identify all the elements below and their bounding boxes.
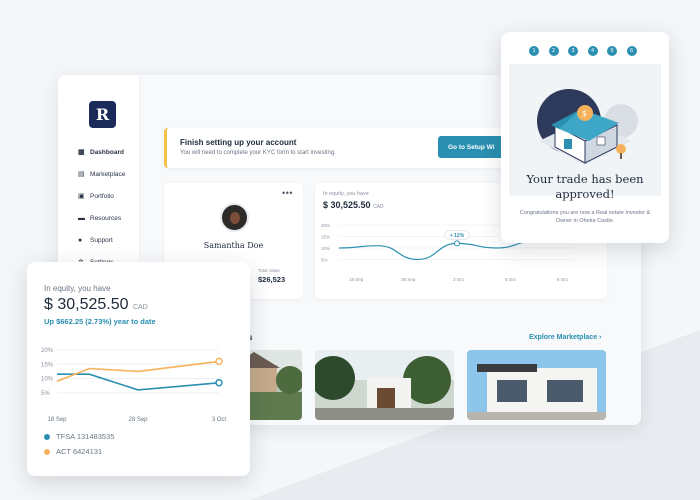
annotation-label: + 12% — [450, 233, 465, 239]
step-1[interactable]: 1 — [529, 46, 539, 56]
legend-dot — [44, 448, 50, 455]
approval-subtitle: Congratulations you are now a Real estat… — [519, 210, 651, 224]
x-tick-label: 3 Oct — [453, 277, 465, 282]
sidebar-item-label: Marketplace — [90, 170, 126, 178]
equity-amount: $ 30,525.50 — [44, 296, 129, 313]
store-icon: ▤ — [78, 170, 85, 178]
property-image-modern-house[interactable] — [315, 350, 454, 420]
briefcase-icon: ▣ — [78, 192, 85, 200]
setup-subtitle: You will need to complete your KYC form … — [180, 150, 336, 156]
x-tick-label: 18 Sep — [349, 277, 364, 282]
sidebar-item-label: Resources — [90, 214, 122, 222]
folder-icon: ▬ — [78, 214, 85, 222]
series-end-point — [215, 379, 223, 387]
step-4[interactable]: 4 — [587, 46, 598, 56]
y-tick-label: 15% — [321, 235, 330, 240]
x-tick-label: 8 Oct — [557, 277, 569, 282]
step-3[interactable]: 3 — [568, 46, 578, 56]
sidebar-item-label: Dashboard — [90, 148, 124, 156]
legend-label: ACT 6424131 — [56, 447, 103, 456]
y-tick-label: 10% — [41, 377, 54, 383]
explore-label: Explore Marketplace — [529, 334, 598, 341]
sidebar-item-dashboard[interactable]: ▦ Dashboard — [78, 141, 125, 163]
equity-mini-amount: $ 30,525.50 — [323, 200, 371, 210]
chevron-right-icon: › — [599, 334, 602, 341]
sidebar-item-support[interactable]: ● Support — [78, 229, 125, 251]
x-tick-label: 6 Oct — [505, 277, 517, 282]
y-tick-label: 10% — [321, 246, 330, 251]
avatar — [220, 203, 249, 232]
step-6[interactable]: 6 — [626, 46, 637, 56]
y-tick-label: 15% — [41, 362, 54, 368]
modern-house-image — [315, 350, 454, 420]
more-options-icon[interactable]: ••• — [282, 188, 293, 198]
trade-approval-card: 1 2 3 4 5 6 $ Your trade has been approv… — [501, 32, 669, 243]
series-line-tfsa — [57, 373, 220, 391]
step-5[interactable]: 5 — [607, 46, 617, 56]
highlight-point — [454, 240, 460, 247]
legend-item-tfsa: TFSA 131483535 — [44, 432, 114, 441]
svg-text:$: $ — [582, 109, 587, 118]
sidebar-item-marketplace[interactable]: ▤ Marketplace — [78, 163, 125, 185]
y-tick-label: 20% — [41, 348, 54, 354]
help-icon: ● — [78, 236, 83, 244]
setup-title: Finish setting up your account — [180, 138, 297, 147]
sidebar-item-label: Support — [90, 236, 113, 244]
equity-change: Up $662.25 (2.73%) year to date — [44, 317, 156, 326]
property-image-villa[interactable] — [467, 350, 606, 420]
y-tick-label: 5% — [41, 391, 50, 397]
y-tick-label: 5% — [321, 258, 328, 263]
sidebar-item-portfolio[interactable]: ▣ Portfolio — [78, 185, 125, 207]
y-tick-label: 20% — [321, 223, 330, 228]
legend-item-act: ACT 6424131 — [44, 447, 102, 456]
stat-value-total: $26,523 — [258, 275, 286, 284]
sidebar-nav: ▦ Dashboard ▤ Marketplace ▣ Portfolio ▬ … — [78, 141, 125, 273]
legend-label: TFSA 131483535 — [56, 432, 115, 441]
equity-mini-label: In equity, you have — [323, 191, 369, 197]
stat-label: Total Value — [258, 268, 280, 273]
series-end-point — [215, 357, 223, 366]
step-2[interactable]: 2 — [548, 46, 559, 56]
equity-currency: CAD — [132, 304, 148, 311]
brand-logo[interactable]: R — [89, 101, 116, 128]
sidebar-item-resources[interactable]: ▬ Resources — [78, 207, 125, 229]
x-tick-label: 28 Sep — [401, 277, 416, 282]
legend-dot — [44, 433, 50, 440]
approval-title: Your trade has been approved! — [526, 172, 644, 201]
villa-image — [467, 350, 606, 420]
equity-value: $ 30,525.50 CAD — [44, 296, 148, 314]
step-indicator: 1 2 3 4 5 6 — [529, 46, 646, 56]
equity-card: In equity, you have $ 30,525.50 CAD Up $… — [27, 262, 250, 476]
equity-chart: 20% 15% 10% 5% 18 Sep 28 Sep 3 Oct — [41, 348, 227, 423]
profile-name: Samantha Doe — [203, 241, 264, 250]
x-tick-label: 18 Sep — [47, 417, 67, 423]
x-tick-label: 3 Oct — [212, 417, 227, 423]
equity-mini-value: $ 30,525.50 CAD — [323, 200, 384, 210]
equity-label: In equity, you have — [44, 284, 111, 293]
grid-icon: ▦ — [78, 148, 85, 156]
setup-banner: Finish setting up your account You will … — [164, 128, 526, 168]
explore-marketplace-link[interactable]: Explore Marketplace › — [529, 334, 601, 341]
x-tick-label: 28 Sep — [128, 417, 148, 423]
equity-mini-currency: CAD — [373, 204, 384, 210]
sidebar-item-label: Portfolio — [90, 192, 114, 200]
